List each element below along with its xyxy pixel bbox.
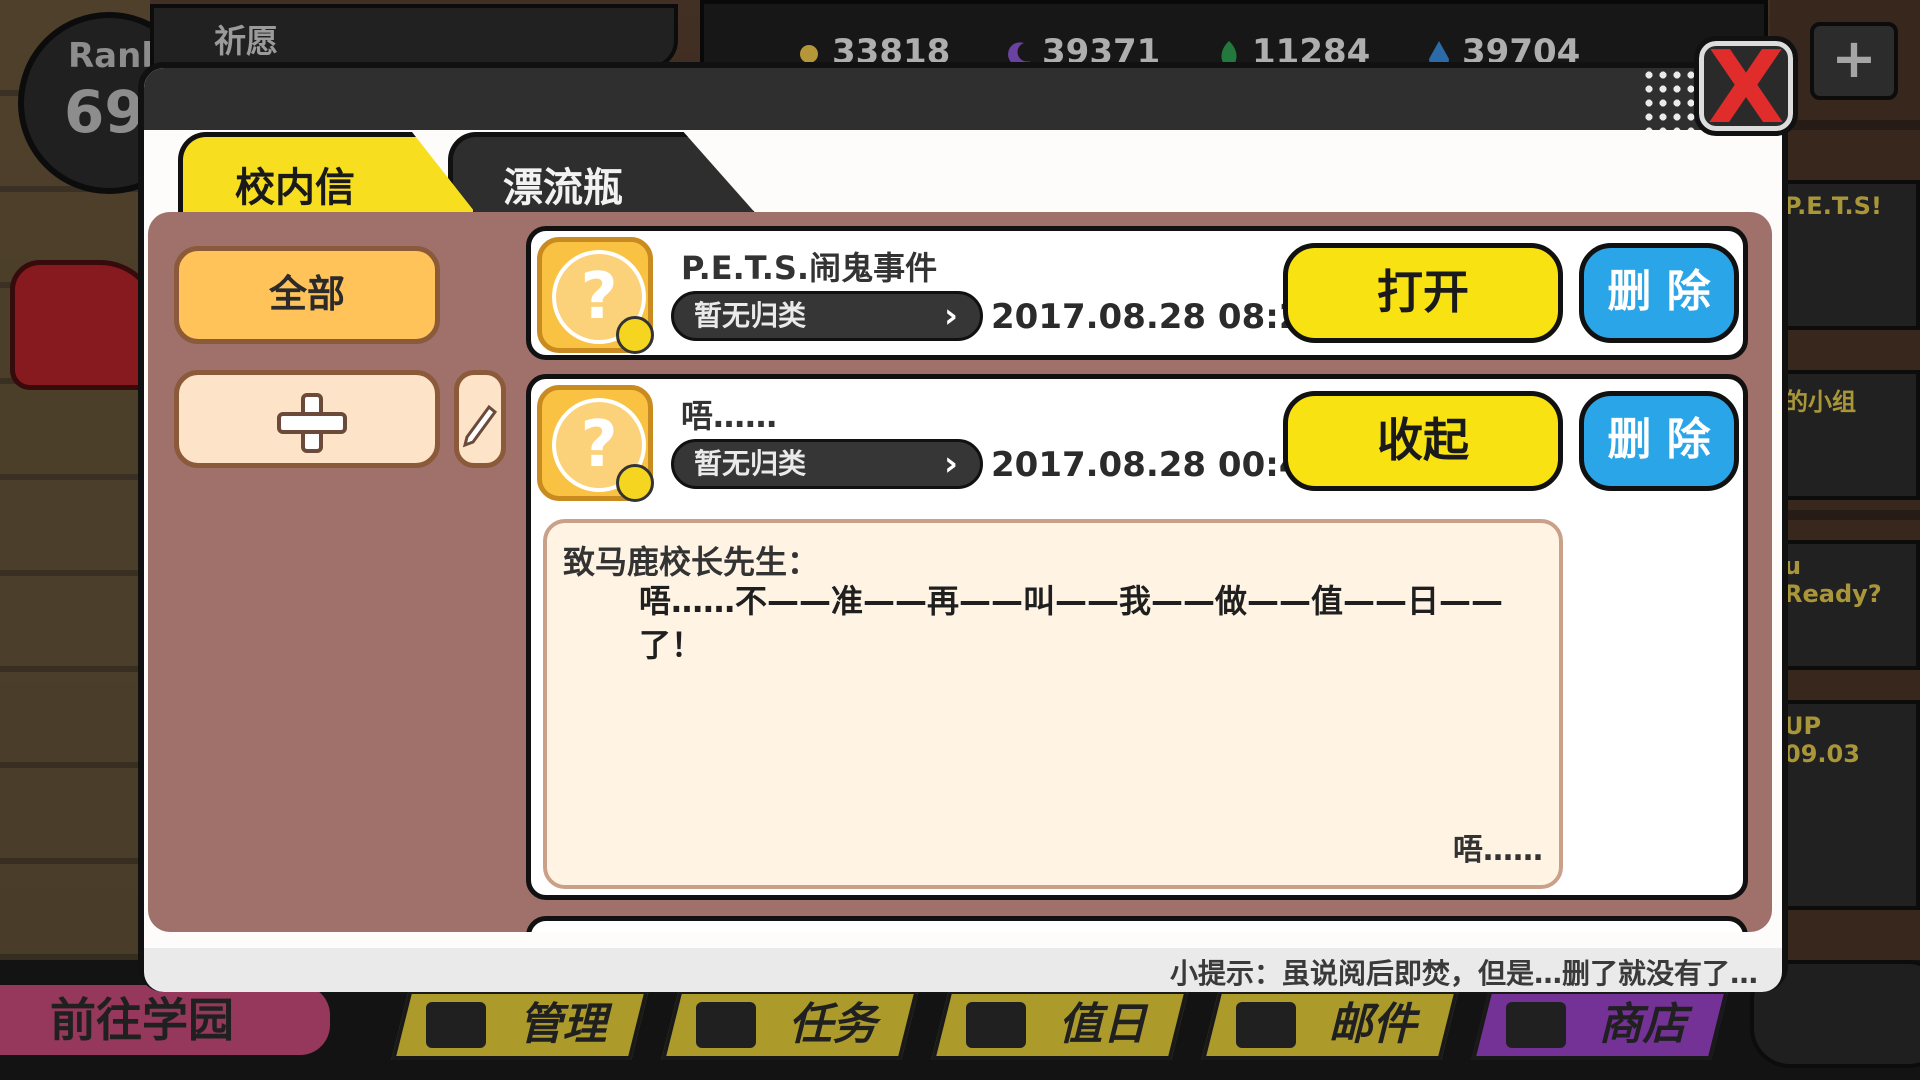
hint-text: 小提示：虽说阅后即焚，但是…删了就没有了… (1169, 957, 1758, 990)
mail-title: 唔…… (681, 397, 778, 435)
mail-list[interactable]: ? P.E.T.S.闹鬼事件 暂无归类 › 2017.08.28 08:27 打… (520, 226, 1750, 932)
close-icon: X (1707, 29, 1785, 146)
close-button[interactable]: X (1694, 33, 1798, 143)
letter-salutation: 致马鹿校长先生： (563, 543, 820, 581)
mail-date: 2017.08.28 00:44 (991, 445, 1327, 485)
letter-signature: 唔…… (1453, 833, 1543, 868)
letter-body: 唔……不——准——再——叫——我——做——值——日——了！ (639, 582, 1504, 664)
mail-avatar: ? (537, 385, 654, 502)
hint-bar: 小提示：虽说阅后即焚，但是…删了就没有了… (144, 948, 1782, 992)
mail-content-panel: 全部 ? P.E.T.S.闹鬼事件 暂无归类 › 2017.08.28 08:2… (148, 212, 1772, 932)
category-label: 暂无归类 (694, 299, 807, 332)
plus-icon-bar (277, 412, 347, 434)
mail-item (526, 916, 1748, 932)
dialog-header (144, 68, 1762, 130)
delete-mail-button[interactable]: 删 除 (1579, 243, 1739, 343)
category-column: 全部 (156, 226, 512, 926)
mail-category-select[interactable]: 暂无归类 › (671, 439, 983, 489)
pencil-icon (462, 404, 498, 448)
category-label: 暂无归类 (694, 447, 807, 480)
collapse-mail-button[interactable]: 收起 (1283, 391, 1563, 491)
mail-date: 2017.08.28 08:27 (991, 297, 1327, 337)
open-mail-button[interactable]: 打开 (1283, 243, 1563, 343)
letter-content: 致马鹿校长先生： 唔……不——准——再——叫——我——做——值——日——了！ 唔… (543, 519, 1563, 889)
mail-avatar: ? (537, 237, 654, 354)
edit-category-button[interactable] (454, 370, 506, 468)
refresh-badge-icon (616, 464, 654, 502)
refresh-badge-icon (616, 316, 654, 354)
mail-title: P.E.T.S.闹鬼事件 (681, 249, 938, 287)
delete-mail-button[interactable]: 删 除 (1579, 391, 1739, 491)
add-category-button[interactable] (174, 370, 440, 468)
filter-all-button[interactable]: 全部 (174, 246, 440, 344)
mail-item-expanded: ? 唔…… 暂无归类 › 2017.08.28 00:44 收起 删 除 致马鹿… (526, 374, 1748, 900)
mail-category-select[interactable]: 暂无归类 › (671, 291, 983, 341)
chevron-right-icon: › (943, 296, 958, 336)
chevron-right-icon: › (943, 444, 958, 484)
mail-item: ? P.E.T.S.闹鬼事件 暂无归类 › 2017.08.28 08:27 打… (526, 226, 1748, 360)
